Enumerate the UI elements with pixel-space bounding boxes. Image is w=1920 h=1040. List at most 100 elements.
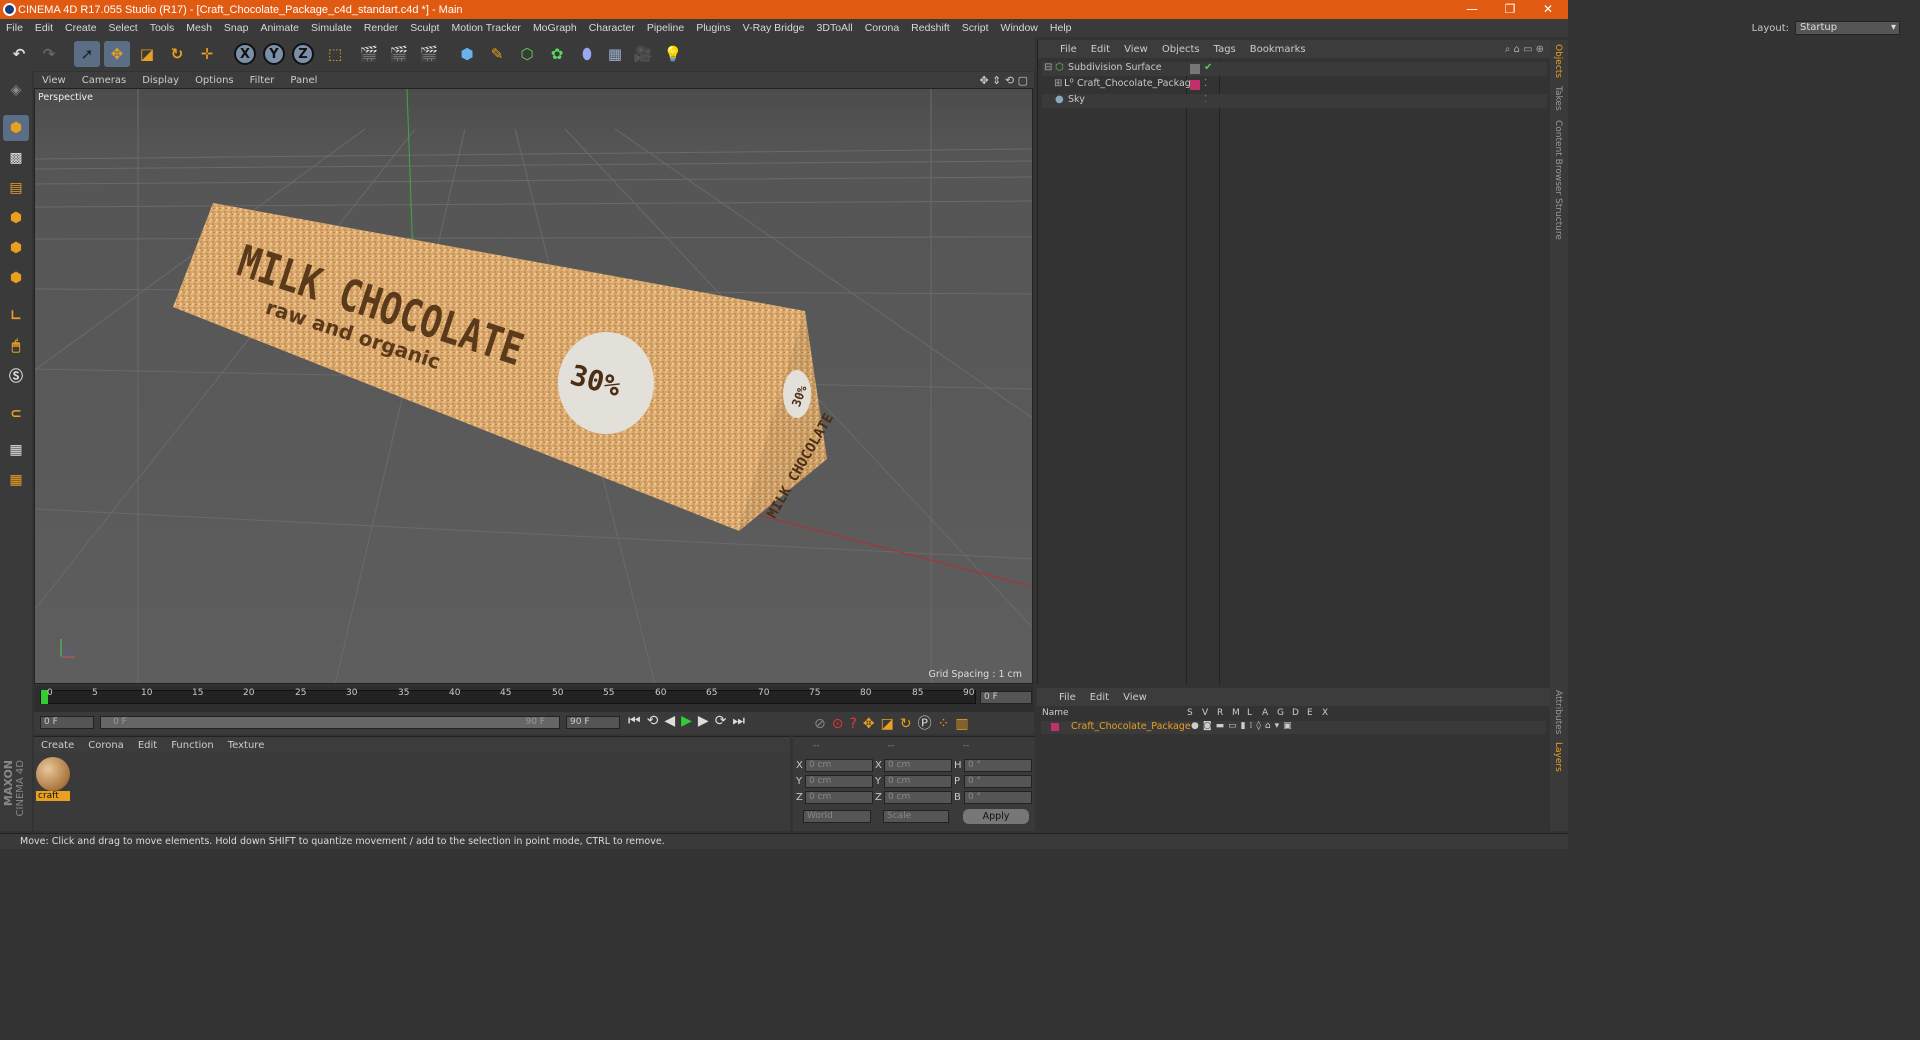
- start-frame-field[interactable]: 0 F: [40, 716, 94, 729]
- minimize-button[interactable]: —: [1452, 0, 1492, 19]
- next-key-icon[interactable]: ⟳: [715, 713, 733, 729]
- mat-menu-function[interactable]: Function: [164, 740, 221, 751]
- record-keys-icon[interactable]: ⊘: [814, 716, 832, 732]
- menu-edit[interactable]: Edit: [29, 22, 59, 34]
- polygons-mode-icon[interactable]: ⬢: [3, 265, 29, 291]
- model-mode-icon[interactable]: ⬢: [3, 115, 29, 141]
- next-frame-icon[interactable]: ▶: [698, 713, 715, 729]
- menu-snap[interactable]: Snap: [218, 22, 255, 34]
- cloner-icon[interactable]: ✿: [544, 41, 570, 67]
- vp-menu-cameras[interactable]: Cameras: [74, 75, 134, 86]
- undo-icon[interactable]: ↶: [6, 41, 32, 67]
- workplane-rotate-icon[interactable]: ▦: [3, 467, 29, 493]
- material-swatch-craft[interactable]: craft: [36, 757, 70, 803]
- tweak-mode-icon[interactable]: 🖱: [3, 333, 29, 359]
- z-axis-lock-button[interactable]: Z: [290, 41, 316, 67]
- restore-button[interactable]: ❐: [1490, 0, 1530, 19]
- layer-menu-edit[interactable]: Edit: [1083, 692, 1116, 703]
- layer-menu-file[interactable]: File: [1037, 692, 1083, 703]
- obj-menu-file[interactable]: File: [1038, 44, 1084, 55]
- size-z-field[interactable]: 0 cm: [884, 791, 952, 804]
- menu-simulate[interactable]: Simulate: [305, 22, 358, 34]
- object-row-craft-package[interactable]: ⊞ L⁰ Craft_Chocolate_Package ⁚: [1042, 78, 1547, 92]
- position-x-field[interactable]: 0 cm: [805, 759, 873, 772]
- tab-structure[interactable]: Structure: [1553, 198, 1563, 240]
- record-active-icon[interactable]: ⊙: [832, 716, 850, 732]
- cube-object-icon[interactable]: ⬢: [454, 41, 480, 67]
- autokey-icon[interactable]: ?: [849, 716, 862, 732]
- key-rotation-icon[interactable]: ↻: [900, 716, 918, 732]
- frame-range-slider[interactable]: 0 F 90 F: [100, 716, 560, 729]
- menu-character[interactable]: Character: [583, 22, 641, 34]
- go-to-start-icon[interactable]: ⏮: [628, 713, 647, 729]
- mat-menu-corona[interactable]: Corona: [81, 740, 131, 751]
- rotation-p-field[interactable]: 0 °: [964, 775, 1032, 788]
- tab-layers[interactable]: Layers: [1553, 742, 1563, 772]
- rotate-tool-icon[interactable]: ↻: [164, 41, 190, 67]
- mat-menu-texture[interactable]: Texture: [221, 740, 272, 751]
- apply-button[interactable]: Apply: [963, 809, 1029, 824]
- menu-plugins[interactable]: Plugins: [690, 22, 736, 34]
- key-param-icon[interactable]: Ⓟ: [918, 716, 938, 732]
- size-y-field[interactable]: 0 cm: [884, 775, 952, 788]
- position-z-field[interactable]: 0 cm: [805, 791, 873, 804]
- tab-takes[interactable]: Takes: [1553, 86, 1563, 111]
- floor-icon[interactable]: ▦: [602, 41, 628, 67]
- workplane-lock-icon[interactable]: ▦: [3, 437, 29, 463]
- go-to-end-icon[interactable]: ⏭: [732, 713, 751, 729]
- object-row-subdivision[interactable]: ⊟ ⬡ Subdivision Surface ✔: [1042, 62, 1547, 76]
- key-scale-icon[interactable]: ◪: [881, 716, 900, 732]
- menu-render[interactable]: Render: [358, 22, 404, 34]
- mat-menu-create[interactable]: Create: [34, 740, 81, 751]
- layer-menu-view[interactable]: View: [1116, 692, 1154, 703]
- obj-menu-objects[interactable]: Objects: [1155, 44, 1207, 55]
- menu-pipeline[interactable]: Pipeline: [641, 22, 690, 34]
- make-editable-icon[interactable]: ◈: [3, 77, 29, 103]
- tab-objects[interactable]: Objects: [1553, 44, 1563, 78]
- menu-corona[interactable]: Corona: [859, 22, 905, 34]
- render-picture-viewer-icon[interactable]: 🎬: [386, 41, 412, 67]
- scale-tool-icon[interactable]: ◪: [134, 41, 160, 67]
- texture-mode-icon[interactable]: ▩: [3, 145, 29, 171]
- menu-motion-tracker[interactable]: Motion Tracker: [445, 22, 526, 34]
- axis-mode-icon[interactable]: ∟: [3, 303, 29, 329]
- menu-vray-bridge[interactable]: V-Ray Bridge: [737, 22, 811, 34]
- size-x-field[interactable]: 0 cm: [884, 759, 952, 772]
- workplane-mode-icon[interactable]: ▤: [3, 175, 29, 201]
- move-tool-icon[interactable]: ✥: [104, 41, 130, 67]
- rotation-b-field[interactable]: 0 °: [964, 791, 1032, 804]
- menu-file[interactable]: File: [0, 22, 29, 34]
- layer-icon[interactable]: [1190, 64, 1200, 74]
- menu-help[interactable]: Help: [1044, 22, 1078, 34]
- layer-row[interactable]: Craft_Chocolate_Package ●◙▬▭▮⁞◊⌂▾▣: [1041, 721, 1546, 734]
- coord-mode-dropdown[interactable]: World: [803, 810, 871, 823]
- y-axis-lock-button[interactable]: Y: [261, 41, 287, 67]
- menu-animate[interactable]: Animate: [254, 22, 305, 34]
- menu-script[interactable]: Script: [956, 22, 995, 34]
- tab-attributes[interactable]: Attributes: [1553, 690, 1563, 734]
- render-settings-icon[interactable]: 🎬: [416, 41, 442, 67]
- current-frame-field[interactable]: 0 F: [980, 691, 1032, 704]
- menu-mesh[interactable]: Mesh: [180, 22, 218, 34]
- menu-tools[interactable]: Tools: [144, 22, 181, 34]
- menu-sculpt[interactable]: Sculpt: [404, 22, 445, 34]
- timeline-ruler[interactable]: 0 5 10 15 20 25 30 35 40 45 50 55 60 65 …: [34, 686, 1034, 712]
- obj-menu-edit[interactable]: Edit: [1084, 44, 1117, 55]
- play-icon[interactable]: ▶: [681, 713, 698, 729]
- x-axis-lock-button[interactable]: X: [232, 41, 258, 67]
- position-y-field[interactable]: 0 cm: [805, 775, 873, 788]
- timeline-window-icon[interactable]: ▥: [955, 716, 974, 732]
- coordinate-system-icon[interactable]: ⬚: [322, 41, 348, 67]
- snapping-icon[interactable]: Ⓢ: [3, 363, 29, 389]
- pen-spline-icon[interactable]: ✎: [484, 41, 510, 67]
- close-button[interactable]: ✕: [1528, 0, 1568, 19]
- size-mode-dropdown[interactable]: Scale: [883, 810, 949, 823]
- subdivision-surface-icon[interactable]: ⬡: [514, 41, 540, 67]
- end-frame-field[interactable]: 90 F: [566, 716, 620, 729]
- rotation-h-field[interactable]: 0 °: [964, 759, 1032, 772]
- visibility-check-icon[interactable]: ✔: [1204, 62, 1212, 73]
- key-pla-icon[interactable]: ⁘: [938, 716, 956, 732]
- obj-search-home-icons[interactable]: ⌕ ⌂ ▭ ⊕: [1505, 44, 1544, 55]
- menu-redshift[interactable]: Redshift: [905, 22, 956, 34]
- layout-dropdown[interactable]: Startup: [1795, 21, 1900, 35]
